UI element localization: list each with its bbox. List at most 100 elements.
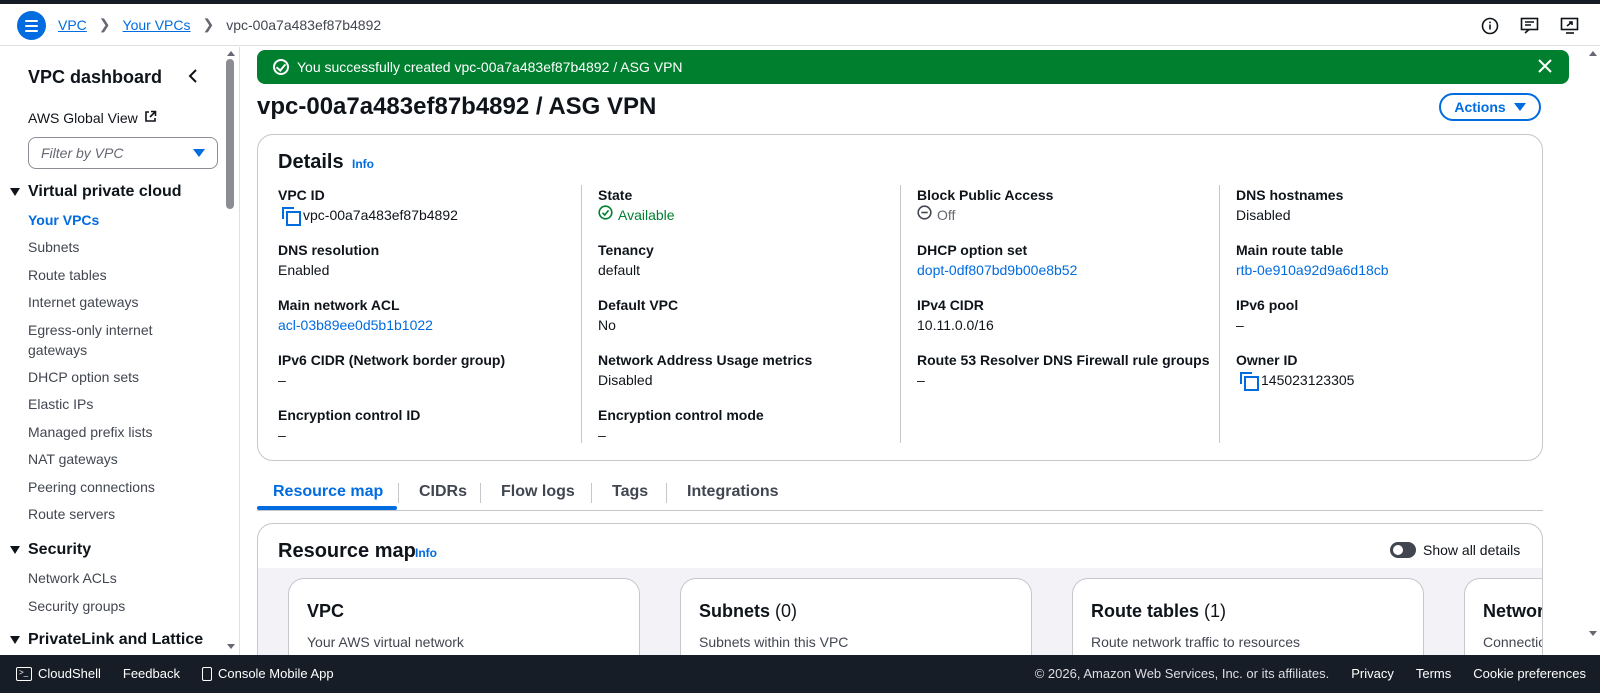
sidebar-item-route-tables[interactable]: Route tables — [28, 265, 107, 285]
resource-card-vpc[interactable]: VPC Your AWS virtual network — [288, 578, 640, 655]
card-desc: Route network traffic to resources — [1091, 634, 1301, 650]
sidebar-item-your-vpcs[interactable]: Your VPCs — [28, 210, 99, 230]
sidebar-scrollbar[interactable] — [226, 59, 234, 209]
field-value: Disabled — [598, 372, 653, 388]
filter-by-vpc-select[interactable]: Filter by VPC — [28, 137, 218, 169]
field-tenancy: Tenancy default — [598, 240, 654, 280]
field-label: Main network ACL — [278, 297, 400, 313]
menu-icon[interactable] — [17, 11, 46, 40]
field-value: – — [917, 372, 925, 388]
copy-icon[interactable] — [282, 207, 301, 226]
main-route-table-link[interactable]: rtb-0e910a92d9a6d18cb — [1236, 260, 1389, 280]
field-main-route-table: Main route table rtb-0e910a92d9a6d18cb — [1236, 240, 1389, 280]
field-route53-firewall: Route 53 Resolver DNS Firewall rule grou… — [917, 350, 1210, 390]
terms-link[interactable]: Terms — [1416, 666, 1451, 681]
scroll-up-arrow[interactable] — [227, 51, 235, 56]
cloudshell-button[interactable]: >_ CloudShell — [16, 666, 101, 681]
copy-icon[interactable] — [1240, 372, 1259, 391]
external-link-icon — [144, 110, 157, 126]
check-circle-icon — [273, 59, 289, 75]
actions-button[interactable]: Actions — [1439, 93, 1541, 121]
tab-resource-map[interactable]: Resource map — [273, 483, 383, 501]
sidebar-item-peering-connections[interactable]: Peering connections — [28, 477, 155, 497]
cookie-preferences-link[interactable]: Cookie preferences — [1473, 666, 1586, 681]
dhcp-option-set-link[interactable]: dopt-0df807bd9b00e8b52 — [917, 260, 1077, 280]
resource-card-route-tables[interactable]: Route tables (1) Route network traffic t… — [1072, 578, 1424, 655]
card-title: Subnets — [699, 601, 771, 621]
field-label: Tenancy — [598, 242, 654, 258]
resource-card-network[interactable]: Network Connections — [1464, 578, 1542, 655]
column-divider — [581, 185, 582, 443]
sidebar-item-subnets[interactable]: Subnets — [28, 237, 79, 257]
chevron-left-icon[interactable] — [188, 69, 198, 86]
details-info-link[interactable]: Info — [352, 157, 374, 171]
section-virtual-private-cloud[interactable]: Virtual private cloud — [10, 183, 182, 201]
sidebar-global-view[interactable]: AWS Global View — [28, 110, 157, 126]
console-mobile-app-link[interactable]: Console Mobile App — [201, 666, 334, 681]
field-label: Main route table — [1236, 242, 1344, 258]
sidebar-item-egress-only-internet-gateways[interactable]: Egress-only internet gateways — [28, 320, 178, 360]
field-label: IPv6 pool — [1236, 297, 1299, 313]
field-label: Route 53 Resolver DNS Firewall rule grou… — [917, 352, 1210, 368]
sidebar-item-managed-prefix-lists[interactable]: Managed prefix lists — [28, 422, 153, 442]
privacy-link[interactable]: Privacy — [1351, 666, 1394, 681]
field-label: IPv4 CIDR — [917, 297, 984, 313]
sidebar-item-dhcp-option-sets[interactable]: DHCP option sets — [28, 367, 139, 387]
feedback-link[interactable]: Feedback — [123, 666, 180, 681]
sidebar-item-network-acls[interactable]: Network ACLs — [28, 568, 117, 588]
breadcrumb-vpc[interactable]: VPC — [58, 17, 87, 33]
resource-map-info-link[interactable]: Info — [415, 546, 437, 560]
scroll-down-arrow[interactable] — [227, 644, 235, 649]
caret-down-icon — [10, 188, 20, 196]
minus-circle-icon — [917, 205, 932, 225]
field-label: DNS hostnames — [1236, 187, 1344, 203]
flash-message: You successfully created vpc-00a7a483ef8… — [297, 59, 683, 75]
show-all-details-toggle[interactable] — [1390, 542, 1416, 558]
main-acl-link[interactable]: acl-03b89ee0d5b1b1022 — [278, 315, 433, 335]
breadcrumb-your-vpcs[interactable]: Your VPCs — [123, 17, 191, 33]
field-label: Network Address Usage metrics — [598, 352, 813, 368]
scroll-down-arrow[interactable] — [1589, 631, 1597, 636]
tab-integrations[interactable]: Integrations — [687, 483, 779, 501]
tab-divider — [398, 483, 399, 503]
field-value: – — [278, 427, 286, 443]
sidebar-item-security-groups[interactable]: Security groups — [28, 596, 125, 616]
global-view-label: AWS Global View — [28, 110, 138, 126]
section-privatelink-and-lattice[interactable]: PrivateLink and Lattice — [10, 631, 203, 649]
card-title: Network — [1483, 601, 1542, 621]
filter-placeholder: Filter by VPC — [41, 145, 124, 161]
field-encryption-control-id: Encryption control ID – — [278, 405, 420, 445]
top-bar: VPC ❯ Your VPCs ❯ vpc-00a7a483ef87b4892 — [0, 4, 1600, 46]
screen-share-icon[interactable] — [1560, 16, 1580, 36]
section-label: PrivateLink and Lattice — [28, 631, 204, 648]
info-icon[interactable] — [1480, 16, 1500, 36]
field-value: Off — [937, 207, 956, 223]
caret-down-icon — [10, 546, 20, 554]
resource-card-subnets[interactable]: Subnets (0) Subnets within this VPC — [680, 578, 1032, 655]
tab-cidrs[interactable]: CIDRs — [419, 483, 467, 501]
close-icon[interactable] — [1537, 58, 1553, 77]
field-ipv6-cidr: IPv6 CIDR (Network border group) – — [278, 350, 505, 390]
sidebar-item-internet-gateways[interactable]: Internet gateways — [28, 292, 139, 312]
field-value: – — [278, 372, 286, 388]
field-label: VPC ID — [278, 187, 325, 203]
mobile-icon — [201, 666, 212, 681]
success-flash: You successfully created vpc-00a7a483ef8… — [257, 50, 1569, 84]
field-value: default — [598, 262, 641, 278]
tab-tags[interactable]: Tags — [612, 483, 648, 501]
field-main-network-acl: Main network ACL acl-03b89ee0d5b1b1022 — [278, 295, 433, 335]
field-vpc-id: VPC ID vpc-00a7a483ef87b4892 — [278, 185, 458, 226]
field-nau-metrics: Network Address Usage metrics Disabled — [598, 350, 812, 390]
terminal-icon: >_ — [16, 666, 32, 681]
scroll-up-arrow[interactable] — [1589, 51, 1597, 56]
mobile-label: Console Mobile App — [217, 666, 334, 681]
sidebar-item-nat-gateways[interactable]: NAT gateways — [28, 449, 118, 469]
field-default-vpc: Default VPC No — [598, 295, 678, 335]
section-security[interactable]: Security — [10, 541, 91, 559]
feedback-icon[interactable] — [1520, 16, 1540, 36]
tab-flow-logs[interactable]: Flow logs — [501, 483, 575, 501]
sidebar-item-route-servers[interactable]: Route servers — [28, 504, 115, 524]
sidebar-title[interactable]: VPC dashboard — [28, 67, 162, 88]
sidebar-item-elastic-ips[interactable]: Elastic IPs — [28, 394, 93, 414]
field-label: DHCP option set — [917, 242, 1028, 258]
